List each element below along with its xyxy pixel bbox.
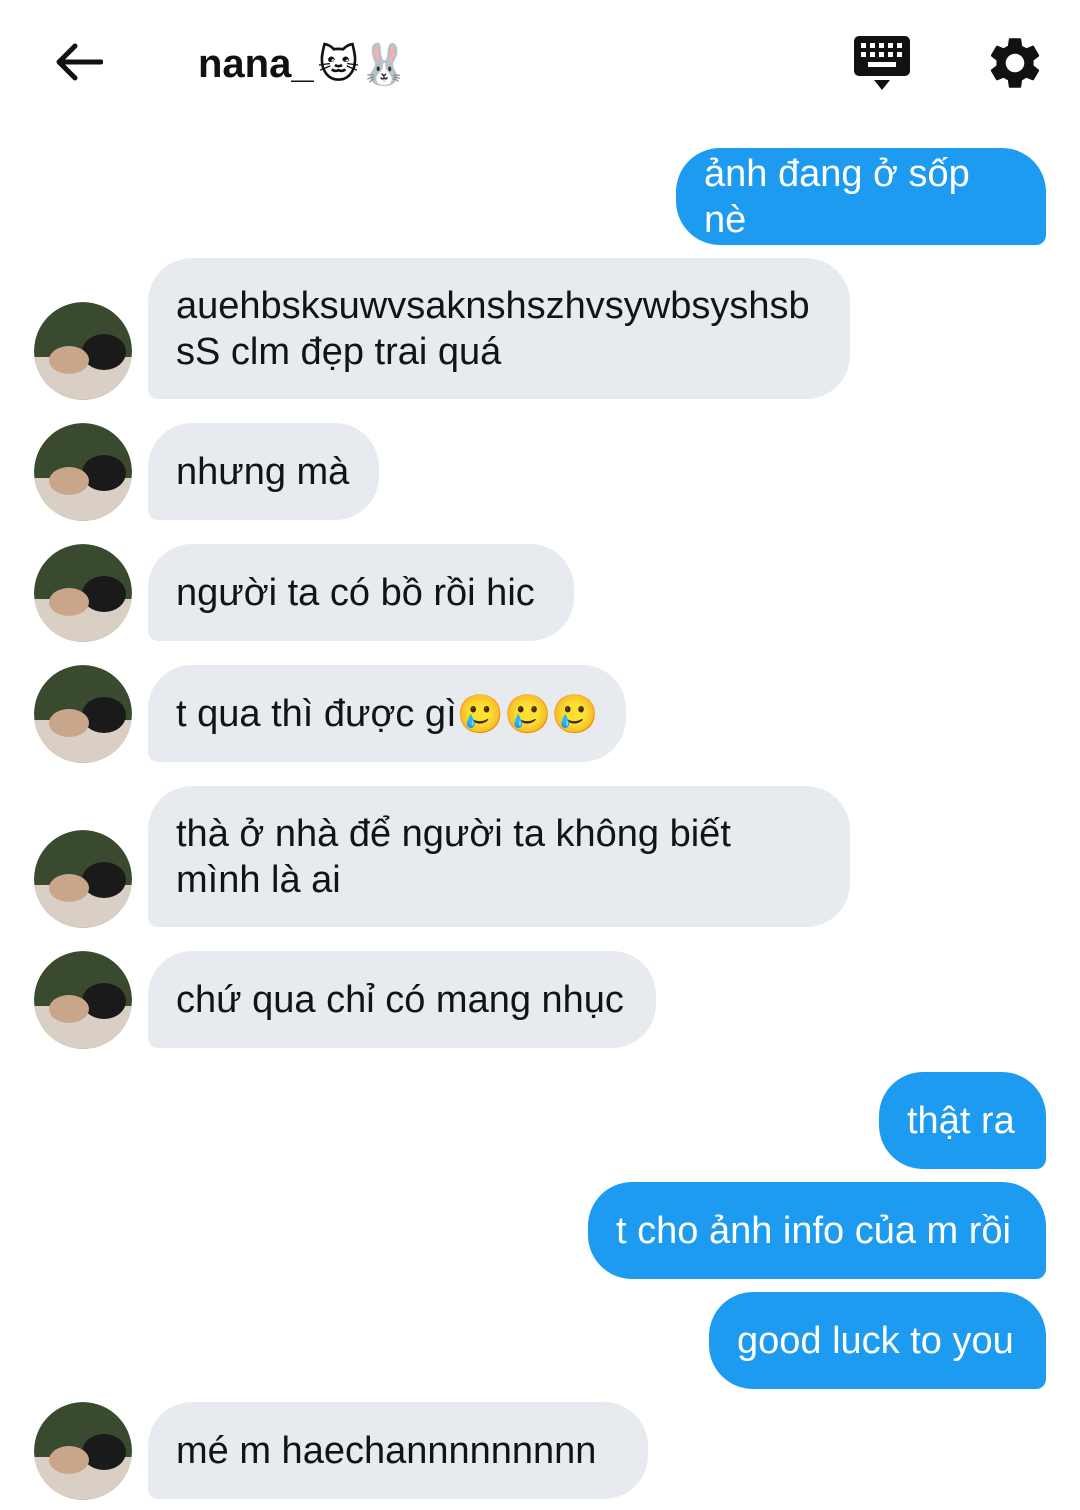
message-text: thà ở nhà để người ta không biết mình là… xyxy=(176,812,731,901)
message-text: t qua thì được gì xyxy=(176,692,457,735)
message-text: good luck to you xyxy=(737,1319,1014,1362)
back-button[interactable] xyxy=(48,32,108,92)
message-bubble-outgoing[interactable]: t cho ảnh info của m rồi xyxy=(588,1182,1046,1279)
message-text: người ta có bồ rồi hic xyxy=(176,571,535,614)
message-bubble-outgoing[interactable]: ảnh đang ở sốp nè xyxy=(676,148,1046,245)
settings-button[interactable] xyxy=(984,32,1046,94)
arrow-left-icon xyxy=(56,43,103,81)
message-text: t cho ảnh info của m rồi xyxy=(616,1209,1011,1252)
contact-name-emojis: 🐱🐰 xyxy=(317,41,410,88)
contact-name: nana_ xyxy=(198,41,314,86)
message-text: chứ qua chỉ có mang nhục xyxy=(176,978,624,1021)
avatar[interactable] xyxy=(34,830,132,928)
avatar[interactable] xyxy=(34,544,132,642)
message-bubble-incoming[interactable]: thà ở nhà để người ta không biết mình là… xyxy=(148,786,850,927)
message-text: ảnh đang ở sốp nè xyxy=(704,152,970,241)
message-text: nhưng mà xyxy=(176,450,350,493)
avatar[interactable] xyxy=(34,302,132,400)
keyboard-button[interactable] xyxy=(848,30,916,94)
message-bubble-incoming[interactable]: người ta có bồ rồi hic xyxy=(148,544,574,641)
message-bubble-outgoing[interactable]: thật ra xyxy=(879,1072,1046,1169)
crying-smile-emojis: 🥲🥲🥲 xyxy=(456,691,599,736)
avatar[interactable] xyxy=(34,951,132,1049)
keyboard-icon xyxy=(854,36,910,90)
message-bubble-outgoing[interactable]: good luck to you xyxy=(709,1292,1046,1389)
message-bubble-incoming[interactable]: t qua thì được gì 🥲🥲🥲 xyxy=(148,665,626,762)
message-bubble-incoming[interactable]: auehbsksuwvsaknshszhvsywbsyshsb sS clm đ… xyxy=(148,258,850,399)
message-bubble-incoming[interactable]: mé m haechannnnnnnnn xyxy=(148,1402,648,1499)
gear-icon xyxy=(990,38,1040,88)
message-text: mé m haechannnnnnnnn xyxy=(176,1429,597,1472)
chat-header: nana_ 🐱🐰 xyxy=(0,0,1080,130)
message-text-with-emojis: t qua thì được gì 🥲🥲🥲 xyxy=(176,691,599,737)
message-bubble-incoming[interactable]: chứ qua chỉ có mang nhục xyxy=(148,951,656,1048)
avatar[interactable] xyxy=(34,665,132,763)
message-text: auehbsksuwvsaknshszhvsywbsyshsb sS clm đ… xyxy=(176,284,810,373)
contact-title[interactable]: nana_ 🐱🐰 xyxy=(198,34,409,94)
message-bubble-incoming[interactable]: nhưng mà xyxy=(148,423,379,520)
message-text: thật ra xyxy=(907,1099,1015,1142)
avatar[interactable] xyxy=(34,423,132,521)
avatar[interactable] xyxy=(34,1402,132,1500)
